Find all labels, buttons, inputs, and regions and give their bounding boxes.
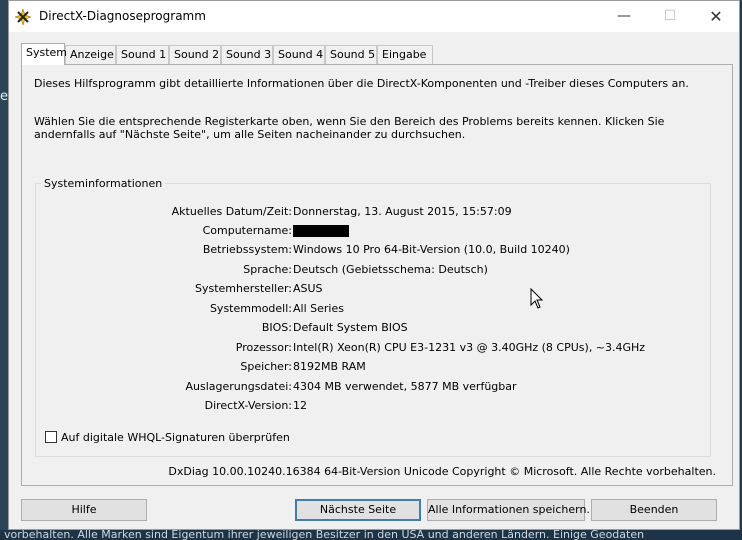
save-all-info-button[interactable]: Alle Informationen speichern... [427, 499, 597, 521]
info-row-memory: Speicher: 8192MB RAM [36, 360, 712, 376]
info-row-model: Systemmodell: All Series [36, 302, 712, 318]
maximize-button[interactable]: ☐ [647, 1, 693, 32]
desktop-background-strip [0, 0, 8, 540]
info-label: Prozessor: [235, 341, 292, 354]
info-label: Betriebssystem: [202, 243, 292, 256]
title-bar[interactable]: DirectX-Diagnoseprogramm — ☐ ✕ [9, 1, 739, 32]
tab-sound-4[interactable]: Sound 4 [273, 45, 325, 64]
window-title: DirectX-Diagnoseprogramm [39, 9, 206, 23]
info-label: DirectX-Version: [204, 399, 292, 412]
tab-sound-5[interactable]: Sound 5 [325, 45, 377, 64]
info-row-language: Sprache: Deutsch (Gebietsschema: Deutsch… [36, 263, 712, 279]
next-page-button[interactable]: Nächste Seite [295, 499, 421, 521]
close-button[interactable]: ✕ [693, 1, 739, 32]
info-label: Systemmodell: [209, 302, 292, 315]
info-value: Donnerstag, 13. August 2015, 15:57:09 [293, 205, 512, 218]
mouse-pointer-icon [530, 288, 544, 309]
info-row-computername: Computername: [36, 224, 712, 240]
info-label: Sprache: [243, 263, 292, 276]
info-row-processor: Prozessor: Intel(R) Xeon(R) CPU E3-1231 … [36, 341, 712, 357]
info-label: BIOS: [261, 321, 292, 334]
info-value: Intel(R) Xeon(R) CPU E3-1231 v3 @ 3.40GH… [293, 341, 646, 354]
copyright-text: DxDiag 10.00.10240.16384 64-Bit-Version … [168, 465, 716, 478]
info-row-bios: BIOS: Default System BIOS [36, 321, 712, 337]
directx-icon [15, 9, 31, 25]
info-row-manufacturer: Systemhersteller: ASUS [36, 282, 712, 298]
system-info-group: Systeminformationen Aktuelles Datum/Zeit… [35, 177, 712, 457]
whql-checkbox-label[interactable]: Auf digitale WHQL-Signaturen überprüfen [61, 431, 290, 444]
system-tab-panel: Dieses Hilfsprogramm gibt detaillierte I… [21, 64, 733, 486]
info-row-os: Betriebssystem: Windows 10 Pro 64-Bit-Ve… [36, 243, 712, 259]
info-value: 4304 MB verwendet, 5877 MB verfügbar [293, 380, 517, 393]
instruction-text: Wählen Sie die entsprechende Registerkar… [34, 115, 665, 141]
info-value: All Series [293, 302, 344, 315]
info-value: Default System BIOS [293, 321, 408, 334]
help-button[interactable]: Hilfe [21, 499, 147, 521]
whql-checkbox[interactable] [45, 431, 57, 443]
intro-text: Dieses Hilfsprogramm gibt detaillierte I… [34, 77, 689, 90]
tab-sound-3[interactable]: Sound 3 [221, 45, 273, 64]
info-value: Windows 10 Pro 64-Bit-Version (10.0, Bui… [293, 243, 570, 256]
info-label: Computername: [202, 224, 292, 237]
tab-system[interactable]: System [21, 43, 67, 65]
tab-eingabe[interactable]: Eingabe [377, 45, 433, 64]
info-label: Speicher: [240, 360, 292, 373]
background-footer-text: vorbehalten. Alle Marken sind Eigentum i… [0, 530, 742, 540]
info-row-date: Aktuelles Datum/Zeit: Donnerstag, 13. Au… [36, 205, 712, 221]
info-label: Auslagerungsdatei: [185, 380, 292, 393]
info-row-pagefile: Auslagerungsdatei: 4304 MB verwendet, 58… [36, 380, 712, 396]
tab-sound-1[interactable]: Sound 1 [116, 45, 169, 64]
group-title: Systeminformationen [41, 177, 166, 190]
background-text-fragment: e [0, 89, 8, 104]
redaction-block [293, 225, 349, 237]
tab-sound-2[interactable]: Sound 2 [169, 45, 221, 64]
info-label: Systemhersteller: [194, 282, 292, 295]
info-label: Aktuelles Datum/Zeit: [171, 205, 292, 218]
tab-anzeige[interactable]: Anzeige [65, 45, 116, 64]
info-value: ASUS [293, 282, 323, 295]
info-value: 12 [293, 399, 307, 412]
info-value: Deutsch (Gebietsschema: Deutsch) [293, 263, 488, 276]
info-value-redacted [293, 224, 349, 237]
info-row-directx-version: DirectX-Version: 12 [36, 399, 712, 415]
info-value: 8192MB RAM [293, 360, 366, 373]
minimize-button[interactable]: — [601, 1, 647, 32]
dxdiag-window: DirectX-Diagnoseprogramm — ☐ ✕ System An… [8, 0, 740, 530]
exit-button[interactable]: Beenden [591, 499, 717, 521]
